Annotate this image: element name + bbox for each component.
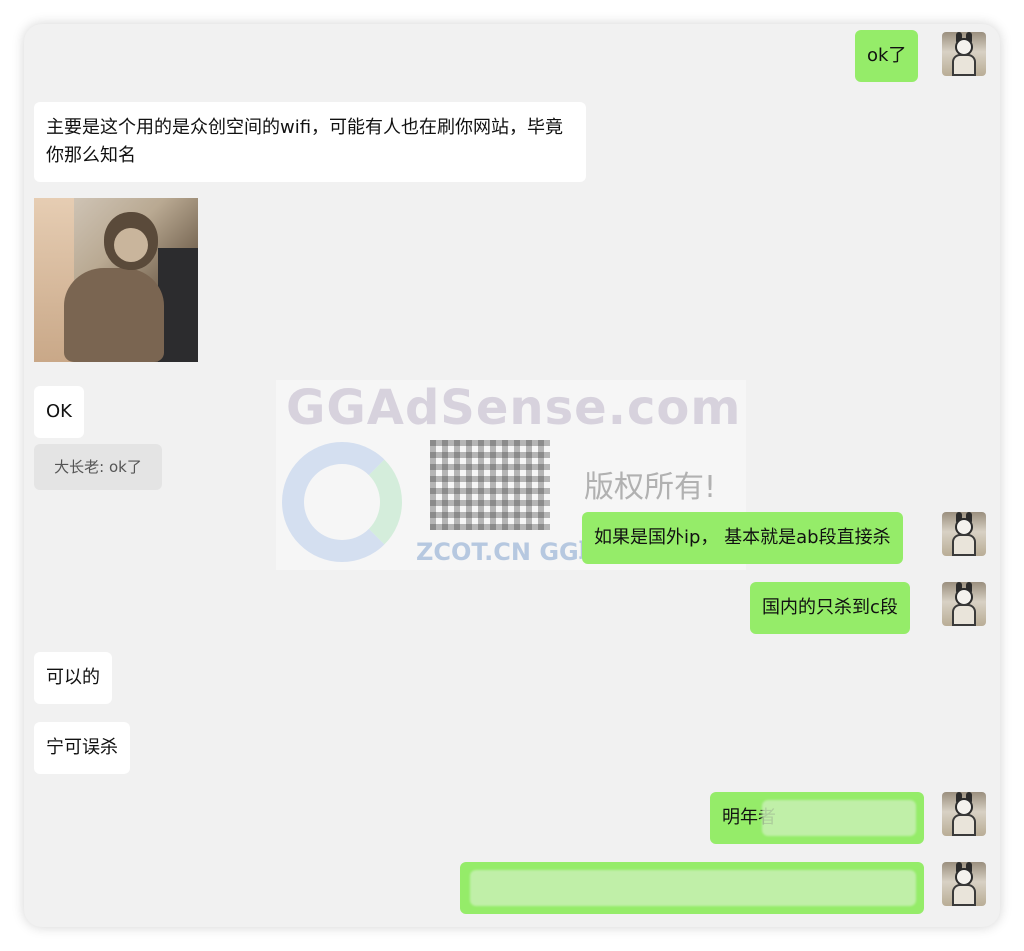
quoted-reply[interactable]: 大长老: ok了 <box>34 444 162 490</box>
redaction-blur <box>470 870 916 906</box>
message-bubble-self[interactable]: 国内的只杀到c段 <box>750 582 910 634</box>
user-avatar[interactable] <box>942 512 986 556</box>
message-bubble-self[interactable]: ok了 <box>855 30 919 82</box>
watermark-qr-icon <box>430 440 550 530</box>
message-bubble-other[interactable]: 宁可误杀 <box>34 722 130 774</box>
watermark-rights: 版权所有! <box>584 470 717 505</box>
watermark-logo-icon <box>282 442 402 562</box>
user-avatar[interactable] <box>942 582 986 626</box>
redaction-blur <box>762 800 916 836</box>
message-bubble-other[interactable]: OK <box>34 386 84 438</box>
user-avatar[interactable] <box>942 32 986 76</box>
user-avatar[interactable] <box>942 862 986 906</box>
chat-panel: ok了 主要是这个用的是众创空间的wifi，可能有人也在刷你网站，毕竟你那么知名… <box>24 24 1000 927</box>
watermark-title: GGAdSense.com <box>286 380 742 436</box>
message-bubble-self[interactable]: 如果是国外ip， 基本就是ab段直接杀 <box>582 512 903 564</box>
user-avatar[interactable] <box>942 792 986 836</box>
monkey-sticker[interactable] <box>34 198 198 362</box>
message-bubble-other[interactable]: 可以的 <box>34 652 112 704</box>
message-bubble-other[interactable]: 主要是这个用的是众创空间的wifi，可能有人也在刷你网站，毕竟你那么知名 <box>34 102 586 182</box>
